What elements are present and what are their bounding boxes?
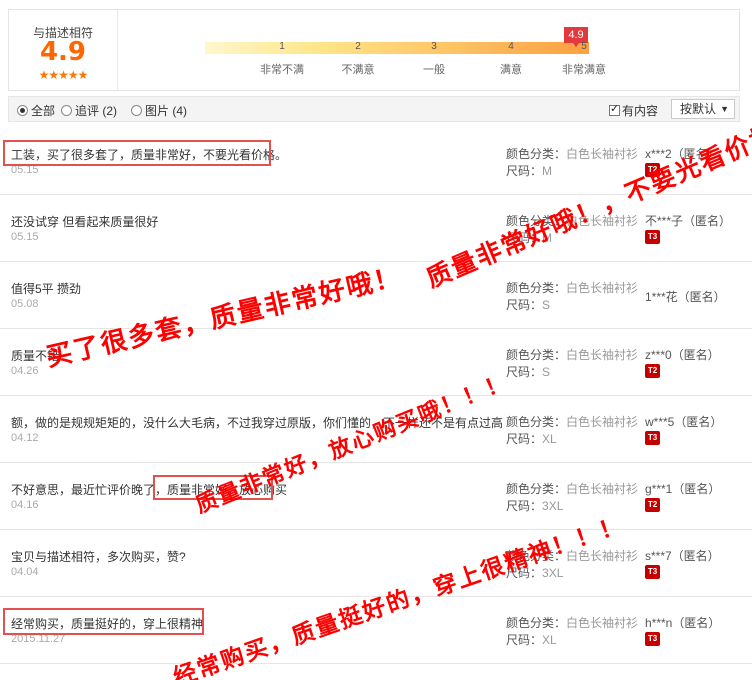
filter-images-label: 图片 (4) <box>145 104 188 118</box>
sku-size-label: 尺码： <box>506 164 543 178</box>
filter-all-radio[interactable]: 全部 <box>17 102 55 119</box>
scale-label-satisfied: 满意 <box>500 64 522 76</box>
sku-color-value: 白色长袖衬衫 <box>566 147 639 161</box>
sku-color-label: 颜色分类： <box>506 482 567 496</box>
sku-color-label: 颜色分类： <box>506 415 567 429</box>
scale-label-dissatisfied: 不满意 <box>341 64 375 76</box>
sku-size-label: 尺码： <box>506 499 543 513</box>
sku-size-value: XL <box>542 633 557 647</box>
sku-size: 尺码：S <box>506 296 550 313</box>
filter-images-radio[interactable]: 图片 (4) <box>131 102 187 119</box>
sku-color-value: 白色长袖衬衫 <box>566 616 639 630</box>
review-row: 不好意思，最近忙评价晚了，质量非常好，放心购买 04.16 颜色分类：白色长袖衬… <box>0 463 752 530</box>
radio-selected-icon <box>17 105 28 116</box>
sku-size-value: 3XL <box>542 566 564 580</box>
scale-label-very-satisfied: 非常满意 <box>562 64 606 76</box>
has-content-checkbox[interactable]: 有内容 <box>609 102 658 119</box>
review-date: 04.16 <box>11 499 39 511</box>
sku-size: 尺码：M <box>506 162 552 179</box>
review-date: 05.15 <box>11 231 39 243</box>
rating-scale: 4.9 1 2 3 4 5 非常不满 不满意 一般 满意 非常满意 <box>205 27 606 76</box>
review-filter-bar: 全部 追评 (2) 图片 (4) 有内容 按默认 ▼ <box>8 96 740 122</box>
sku-color: 颜色分类：白色长袖衬衫 <box>506 346 638 363</box>
sku-size-label: 尺码： <box>506 298 543 312</box>
radio-icon <box>131 105 142 116</box>
highlight-box <box>3 140 271 166</box>
rating-scale-bar <box>205 42 589 54</box>
sku-size-value: 3XL <box>542 499 564 513</box>
sku-color: 颜色分类：白色长袖衬衫 <box>506 480 638 497</box>
sku-color-value: 白色长袖衬衫 <box>566 348 639 362</box>
sku-size-label: 尺码： <box>506 633 543 647</box>
member-level-icon: T2 <box>645 498 660 512</box>
sku-color-label: 颜色分类： <box>506 348 567 362</box>
filter-followup-radio[interactable]: 追评 (2) <box>61 102 117 119</box>
sku-color-value: 白色长袖衬衫 <box>566 482 639 496</box>
reviewer-name[interactable]: z***0（匿名） <box>645 346 720 363</box>
sku-color-label: 颜色分类： <box>506 616 567 630</box>
sku-size-value: M <box>542 164 553 178</box>
review-content: 宝贝与描述相符，多次购买，赞? <box>11 550 186 564</box>
review-content: 值得5平 攒劲 <box>11 282 82 296</box>
sku-size: 尺码：XL <box>506 631 557 648</box>
highlight-box <box>3 608 204 635</box>
sort-dropdown[interactable]: 按默认 ▼ <box>671 99 735 119</box>
sku-color-label: 颜色分类： <box>506 147 567 161</box>
review-date: 05.08 <box>11 298 39 310</box>
score-panel: 与描述相符 4.9 ★★★★★ <box>9 10 118 90</box>
sku-color-label: 颜色分类： <box>506 281 567 295</box>
scale-tick-5: 5 <box>581 41 587 52</box>
review-content: 还没试穿 但看起来质量很好 <box>11 215 159 229</box>
sku-color-value: 白色长袖衬衫 <box>566 281 639 295</box>
member-level-icon: T3 <box>645 230 660 244</box>
sku-size: 尺码：S <box>506 363 550 380</box>
checkbox-checked-icon <box>609 102 620 116</box>
sku-size-value: XL <box>542 432 557 446</box>
sku-size-label: 尺码： <box>506 432 543 446</box>
sku-color-value: 白色长袖衬衫 <box>566 415 639 429</box>
sku-size-value: S <box>542 298 551 312</box>
sku-color: 颜色分类：白色长袖衬衫 <box>506 145 638 162</box>
member-level-icon: T2 <box>645 364 660 378</box>
radio-icon <box>61 105 72 116</box>
review-date: 04.04 <box>11 566 39 578</box>
sort-dropdown-value: 按默认 <box>680 102 717 116</box>
sku-color: 颜色分类：白色长袖衬衫 <box>506 614 638 631</box>
filter-followup-label: 追评 (2) <box>75 104 118 118</box>
review-date: 04.12 <box>11 432 39 444</box>
scale-tick-2: 2 <box>355 41 361 52</box>
scale-label-very-dissatisfied: 非常不满 <box>260 64 304 76</box>
reviewer-name[interactable]: 不***子（匿名） <box>645 212 731 229</box>
scale-tick-3: 3 <box>431 41 437 52</box>
sku-color: 颜色分类：白色长袖衬衫 <box>506 413 638 430</box>
review-row: 宝贝与描述相符，多次购买，赞? 04.04 颜色分类：白色长袖衬衫 尺码：3XL… <box>0 530 752 597</box>
sku-size-label: 尺码： <box>506 365 543 379</box>
scale-tick-4: 4 <box>508 41 514 52</box>
sku-size: 尺码：3XL <box>506 497 563 514</box>
member-level-icon: T3 <box>645 565 660 579</box>
reviewer-name[interactable]: h***n（匿名） <box>645 614 720 631</box>
scale-tick-1: 1 <box>279 41 285 52</box>
sku-color: 颜色分类：白色长袖衬衫 <box>506 279 638 296</box>
score-value: 4.9 <box>39 37 87 67</box>
chevron-down-icon: ▼ <box>720 104 729 114</box>
member-level-icon: T3 <box>645 632 660 646</box>
sku-size: 尺码：XL <box>506 430 557 447</box>
scale-label-neutral: 一般 <box>423 64 445 76</box>
reviewer-name[interactable]: w***5（匿名） <box>645 413 722 430</box>
member-level-icon: T3 <box>645 431 660 445</box>
reviewer-name[interactable]: 1***花（匿名） <box>645 288 726 305</box>
reviewer-name[interactable]: g***1（匿名） <box>645 480 720 497</box>
review-date: 04.26 <box>11 365 39 377</box>
filter-all-label: 全部 <box>31 104 56 118</box>
star-rating-icon: ★★★★★ <box>38 68 89 82</box>
sku-size-value: S <box>542 365 551 379</box>
has-content-label: 有内容 <box>622 104 659 118</box>
rating-summary: 与描述相符 4.9 ★★★★★ 4.9 1 2 3 4 5 非常不满 不满意 一… <box>8 9 740 91</box>
reviewer-name[interactable]: s***7（匿名） <box>645 547 720 564</box>
